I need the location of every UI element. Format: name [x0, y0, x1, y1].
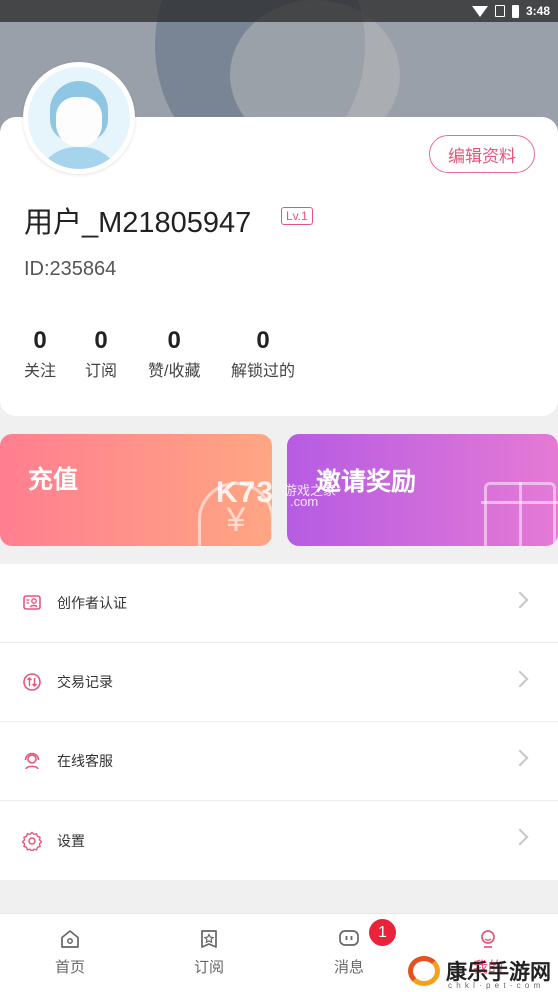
- stat-unlocked[interactable]: 0 解锁过的: [231, 327, 295, 381]
- kangle-sub: c h k l · p e t · c o m: [448, 981, 542, 990]
- menu-item-customer-service[interactable]: 在线客服: [0, 722, 558, 801]
- message-badge: 1: [369, 919, 396, 946]
- gear-icon: [22, 831, 42, 851]
- creator-id-icon: [22, 593, 42, 613]
- battery-icon: [511, 4, 519, 18]
- level-badge: Lv.1: [281, 207, 313, 225]
- profile-icon: [477, 928, 499, 950]
- user-id: ID:235864: [24, 258, 117, 280]
- avatar-face: [56, 97, 102, 147]
- menu-label: 在线客服: [57, 753, 113, 769]
- tab-label: 首页: [54, 959, 85, 976]
- status-icons: 3:48: [471, 4, 550, 18]
- k73-logo: K73: [216, 476, 275, 509]
- tab-subscribe[interactable]: 订阅: [179, 928, 239, 977]
- status-bar: 3:48: [0, 0, 558, 22]
- wifi-icon: [471, 5, 488, 17]
- menu-item-transaction-records[interactable]: 交易记录: [0, 643, 558, 722]
- home-icon: [59, 928, 81, 950]
- stat-label: 解锁过的: [231, 363, 296, 380]
- transaction-icon: [22, 672, 42, 692]
- menu-item-creator-verification[interactable]: 创作者认证: [0, 564, 558, 643]
- tab-home[interactable]: 首页: [40, 928, 100, 977]
- chevron-right-icon: [511, 828, 529, 846]
- customer-service-icon: [22, 751, 42, 771]
- menu-label: 创作者认证: [57, 595, 127, 611]
- stat-label: 赞/收藏: [148, 363, 201, 380]
- message-icon: [338, 928, 360, 950]
- tab-label: 订阅: [193, 959, 224, 976]
- recharge-label: 充值: [28, 466, 79, 494]
- username: 用户_M21805947: [24, 207, 252, 239]
- k73-watermark: K73 游戏之家 .com: [216, 476, 336, 510]
- stat-value: 0: [94, 327, 108, 354]
- gift-lid: [481, 501, 558, 504]
- edit-profile-button[interactable]: 编辑资料: [429, 135, 535, 173]
- subscribe-icon: [198, 928, 220, 950]
- stat-value: 0: [256, 327, 270, 354]
- kangle-logo-icon: [408, 956, 440, 986]
- stat-label: 订阅: [85, 363, 118, 380]
- chevron-right-icon: [511, 749, 529, 767]
- stat-label: 关注: [24, 363, 57, 380]
- stat-likes-favorites[interactable]: 0 赞/收藏: [148, 327, 200, 381]
- tab-label: 消息: [333, 959, 364, 976]
- chevron-right-icon: [511, 670, 529, 688]
- stat-value: 0: [33, 327, 47, 354]
- menu-item-settings[interactable]: 设置: [0, 801, 558, 880]
- stat-subscriptions[interactable]: 0 订阅: [85, 327, 117, 381]
- menu-list: 创作者认证 交易记录 在线客服 设置: [0, 564, 558, 880]
- gift-ribbon: [519, 482, 522, 546]
- k73-sub: .com: [290, 494, 319, 509]
- avatar[interactable]: [23, 62, 135, 174]
- menu-label: 交易记录: [57, 674, 113, 690]
- menu-label: 设置: [57, 832, 85, 849]
- chevron-right-icon: [511, 591, 529, 609]
- gift-icon: [481, 482, 558, 546]
- stat-value: 0: [167, 327, 181, 354]
- status-time: 3:48: [525, 4, 550, 18]
- no-sim-icon: [494, 5, 505, 17]
- stat-following[interactable]: 0 关注: [24, 327, 56, 381]
